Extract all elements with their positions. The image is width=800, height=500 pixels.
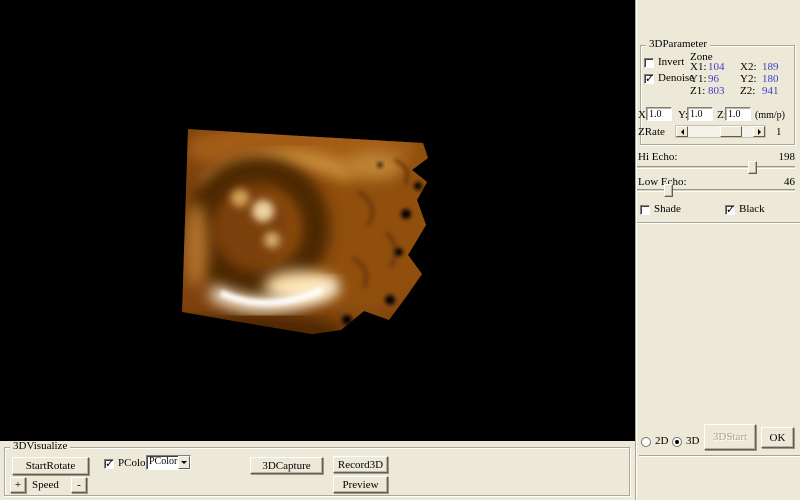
mode-2d-radio-label: 2D bbox=[655, 436, 668, 447]
speed-minus-button[interactable]: - bbox=[71, 477, 87, 493]
mode-3d-radio-circle[interactable] bbox=[672, 437, 682, 447]
zone-z2-label: Z2: bbox=[740, 86, 755, 97]
hi-echo-slider-track[interactable] bbox=[637, 166, 795, 169]
app-window: { "viewport": { "description": "3D ultra… bbox=[0, 0, 800, 500]
scale-z-input[interactable] bbox=[725, 107, 751, 121]
zrate-value: 1 bbox=[776, 127, 782, 138]
mode-2d-radio[interactable]: 2D bbox=[641, 436, 668, 447]
zrate-right-arrow-icon[interactable] bbox=[753, 126, 765, 137]
zone-z2-value: 941 bbox=[762, 86, 779, 97]
hi-echo-value: 198 bbox=[760, 152, 795, 163]
zone-y2-label: Y2: bbox=[740, 74, 757, 85]
panel-divider bbox=[635, 0, 637, 500]
low-echo-value: 46 bbox=[760, 177, 795, 188]
denoise-checkbox[interactable]: Denoise bbox=[644, 73, 694, 84]
black-checkbox[interactable]: Black bbox=[725, 204, 765, 215]
black-checkbox-label: Black bbox=[739, 204, 765, 215]
zrate-scrollbar-thumb[interactable] bbox=[720, 126, 742, 137]
zrate-left-arrow-icon[interactable] bbox=[676, 126, 688, 137]
zone-z1-label: Z1: bbox=[690, 86, 705, 97]
zone-x2-label: X2: bbox=[740, 62, 757, 73]
low-echo-label: Low Echo: bbox=[638, 177, 687, 188]
hi-echo-slider-thumb[interactable] bbox=[748, 161, 757, 174]
right-bottom-separator bbox=[639, 455, 800, 457]
zrate-scrollbar[interactable] bbox=[675, 125, 766, 138]
shade-checkbox-box[interactable] bbox=[640, 205, 650, 215]
ultrasound-render bbox=[0, 0, 636, 441]
pcolor-checkbox-label: PColor bbox=[118, 458, 149, 469]
low-echo-slider-track[interactable] bbox=[637, 189, 795, 192]
pcolor-checkbox[interactable]: PColor bbox=[104, 458, 149, 469]
pcolor-dropdown-value: PColor bbox=[147, 456, 178, 469]
shade-checkbox[interactable]: Shade bbox=[640, 204, 681, 215]
invert-checkbox-box[interactable] bbox=[644, 58, 654, 68]
zone-y2-value: 180 bbox=[762, 74, 779, 85]
pcolor-dropdown[interactable]: PColor bbox=[146, 455, 191, 470]
speed-plus-button[interactable]: + bbox=[10, 477, 26, 493]
ok-button[interactable]: OK bbox=[761, 427, 794, 448]
capture-3d-button[interactable]: 3DCapture bbox=[250, 457, 323, 474]
zone-z1-value: 803 bbox=[708, 86, 725, 97]
pcolor-checkbox-box[interactable] bbox=[104, 459, 114, 469]
start-rotate-button[interactable]: StartRotate bbox=[12, 457, 89, 475]
invert-checkbox-label: Invert bbox=[658, 57, 684, 68]
parameter-separator bbox=[637, 222, 800, 224]
speed-label: Speed bbox=[32, 480, 59, 491]
render-viewport[interactable] bbox=[0, 0, 636, 441]
scale-y-input[interactable] bbox=[687, 107, 713, 121]
visualize-group-title: 3DVisualize bbox=[10, 441, 70, 452]
mode-3d-radio[interactable]: 3D bbox=[672, 436, 699, 447]
mode-3d-radio-label: 3D bbox=[686, 436, 699, 447]
shade-checkbox-label: Shade bbox=[654, 204, 681, 215]
scale-unit-label: (mm/p) bbox=[755, 110, 785, 121]
invert-checkbox[interactable]: Invert bbox=[644, 57, 684, 68]
start-3d-button[interactable]: 3DStart bbox=[704, 424, 756, 450]
zone-x1-value: 104 bbox=[708, 62, 725, 73]
zrate-label: ZRate bbox=[638, 127, 665, 138]
pcolor-dropdown-arrow-icon[interactable] bbox=[178, 456, 190, 469]
parameter-group-title: 3DParameter bbox=[646, 39, 710, 50]
low-echo-slider-thumb[interactable] bbox=[664, 184, 673, 197]
hi-echo-label: Hi Echo: bbox=[638, 152, 677, 163]
record-3d-button[interactable]: Record3D bbox=[333, 456, 388, 473]
black-checkbox-box[interactable] bbox=[725, 205, 735, 215]
scale-x-input[interactable] bbox=[646, 107, 672, 121]
zone-x1-label: X1: bbox=[690, 62, 707, 73]
zone-y1-value: 96 bbox=[708, 74, 719, 85]
zone-y1-label: Y1: bbox=[690, 74, 707, 85]
denoise-checkbox-label: Denoise bbox=[658, 73, 694, 84]
mode-2d-radio-circle[interactable] bbox=[641, 437, 651, 447]
zone-x2-value: 189 bbox=[762, 62, 779, 73]
denoise-checkbox-box[interactable] bbox=[644, 74, 654, 84]
preview-button[interactable]: Preview bbox=[333, 476, 388, 493]
